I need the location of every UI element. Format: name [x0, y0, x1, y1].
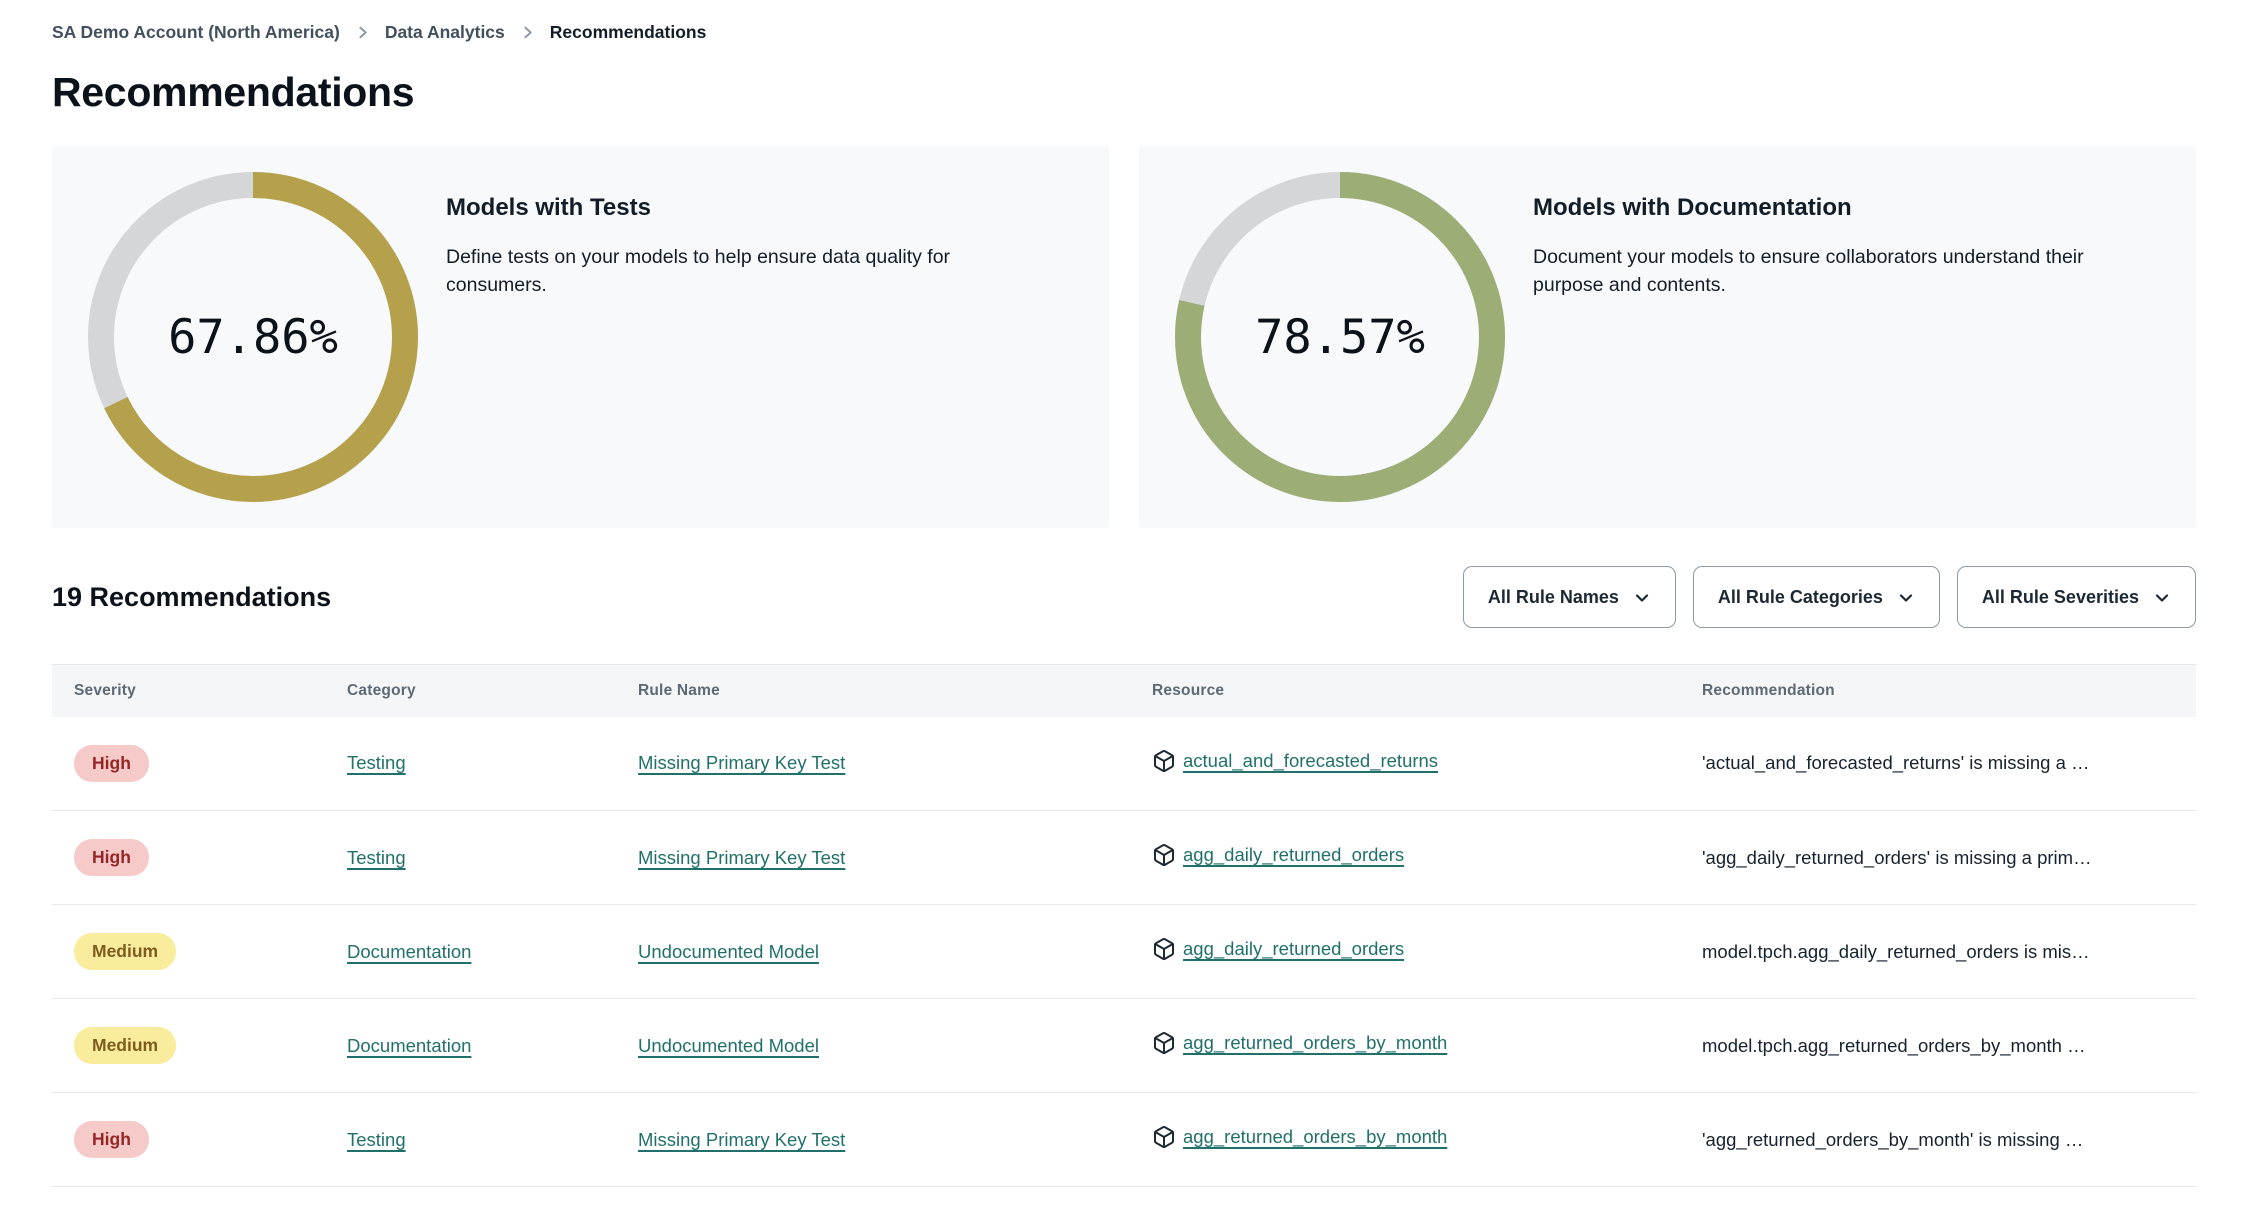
filter-dropdown-label: All Rule Categories [1717, 586, 1883, 607]
category-link[interactable]: Documentation [347, 1035, 471, 1056]
category-link[interactable]: Testing [347, 847, 406, 868]
chevron-down-icon [1633, 589, 1651, 607]
metric-card: 67.86% Models with Tests Define tests on… [52, 146, 1109, 528]
cube-icon [1154, 844, 1174, 867]
category-link[interactable]: Documentation [347, 941, 471, 962]
chevron-down-icon [1897, 589, 1915, 607]
chevron-right-icon [355, 25, 370, 40]
chevron-right-icon [520, 25, 535, 40]
filter-dropdown-button[interactable]: All Rule Categories [1692, 566, 1940, 628]
rule-name-link[interactable]: Missing Primary Key Test [638, 847, 845, 868]
recommendation-text: model.tpch.agg_returned_orders_by_month … [1702, 998, 2196, 1093]
category-link[interactable]: Testing [347, 752, 406, 773]
card-description: Document your models to ensure collabora… [1533, 246, 2084, 296]
donut-chart: 78.57% [1175, 172, 1505, 502]
recommendation-text: 'agg_daily_returned_orders' is missing a… [1702, 810, 2196, 905]
rule-name-link[interactable]: Undocumented Model [638, 941, 819, 962]
breadcrumb: SA Demo Account (North America) Data Ana… [52, 0, 2196, 43]
table-body: High Testing Missing Primary Key Test ac… [52, 716, 2196, 1187]
table-row: Medium Documentation Undocumented Model … [52, 998, 2196, 1093]
column-header-rule-name: Rule Name [638, 664, 1152, 717]
category-link[interactable]: Testing [347, 1129, 406, 1150]
breadcrumb-item[interactable]: SA Demo Account (North America) [52, 22, 340, 43]
filter-dropdown-label: All Rule Names [1487, 586, 1619, 607]
table-row: High Testing Missing Primary Key Test ac… [52, 716, 2196, 811]
resource-link[interactable]: actual_and_forecasted_returns [1183, 750, 1438, 772]
column-header-resource: Resource [1152, 664, 1702, 717]
severity-badge: High [74, 1121, 149, 1158]
severity-badge: High [74, 839, 149, 876]
metric-cards-row: 67.86% Models with Tests Define tests on… [52, 146, 2196, 528]
rule-name-link[interactable]: Undocumented Model [638, 1035, 819, 1056]
donut-percent-label: 78.57% [1255, 309, 1425, 365]
card-description: Define tests on your models to help ensu… [446, 246, 951, 296]
severity-badge: Medium [74, 933, 177, 970]
card-title: Models with Documentation [1533, 194, 1852, 221]
filter-dropdown-button[interactable]: All Rule Severities [1956, 566, 2196, 628]
page-title: Recommendations [52, 69, 415, 115]
severity-badge: High [74, 744, 149, 782]
column-header-category: Category [347, 664, 638, 717]
resource-link[interactable]: agg_daily_returned_orders [1183, 844, 1404, 866]
recommendation-text: model.tpch.agg_daily_returned_orders is … [1702, 904, 2196, 999]
recommendations-table: Severity Category Rule Name Resource Rec… [52, 664, 2196, 1187]
column-header-severity: Severity [52, 664, 347, 717]
table-row: High Testing Missing Primary Key Test ag… [52, 1092, 2196, 1187]
rule-name-link[interactable]: Missing Primary Key Test [638, 752, 845, 773]
cube-icon [1154, 749, 1174, 772]
filter-dropdown-label: All Rule Severities [1981, 586, 2139, 607]
severity-badge: Medium [74, 1027, 177, 1064]
recommendation-text: 'agg_returned_orders_by_month' is missin… [1702, 1092, 2196, 1187]
cube-icon [1154, 1032, 1174, 1055]
breadcrumb-item: Recommendations [549, 22, 707, 42]
resource-link[interactable]: agg_daily_returned_orders [1183, 938, 1404, 960]
list-header: 19 Recommendations All Rule Names All Ru… [52, 566, 2196, 628]
table-row: Medium Documentation Undocumented Model … [52, 904, 2196, 999]
recommendations-page: SA Demo Account (North America) Data Ana… [0, 0, 2248, 1187]
table-row: High Testing Missing Primary Key Test ag… [52, 810, 2196, 905]
filter-dropdown-button[interactable]: All Rule Names [1462, 566, 1676, 628]
donut-percent-label: 67.86% [168, 309, 338, 365]
cube-icon [1154, 938, 1174, 961]
recommendations-count-title: 19 Recommendations [52, 581, 332, 612]
chevron-down-icon [2153, 589, 2171, 607]
recommendation-text: 'actual_and_forecasted_returns' is missi… [1702, 716, 2196, 811]
rule-name-link[interactable]: Missing Primary Key Test [638, 1129, 845, 1150]
cube-icon [1154, 1126, 1174, 1149]
column-header-recommendation: Recommendation [1702, 664, 2196, 717]
resource-link[interactable]: agg_returned_orders_by_month [1183, 1126, 1447, 1148]
metric-card: 78.57% Models with Documentation Documen… [1139, 146, 2196, 528]
filters-group: All Rule Names All Rule Categories All R… [1462, 566, 2196, 628]
breadcrumb-item[interactable]: Data Analytics [385, 22, 505, 43]
card-title: Models with Tests [446, 194, 651, 221]
resource-link[interactable]: agg_returned_orders_by_month [1183, 1032, 1447, 1054]
donut-chart: 67.86% [88, 172, 418, 502]
table-header: Severity Category Rule Name Resource Rec… [52, 664, 2196, 717]
